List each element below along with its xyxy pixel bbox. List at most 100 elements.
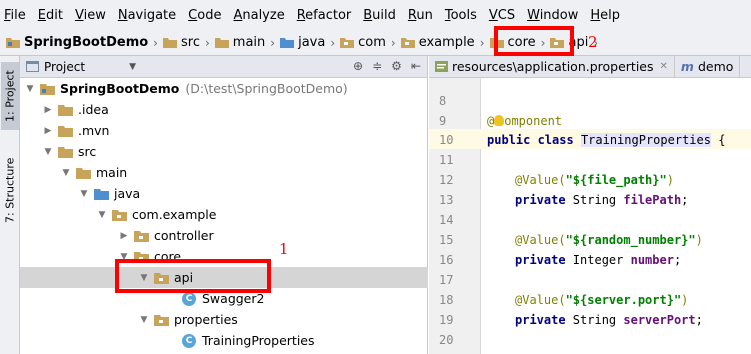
code-editor[interactable]: @ omponent public class TrainingPropertie… [481,78,751,354]
sync-icon[interactable]: ⊕ [353,59,363,73]
tab-label: resources\application.properties [452,59,654,74]
tree-item-src[interactable]: ▼ src [20,141,428,162]
folder-icon [58,104,73,116]
tree-item-label: Swagger2 [202,291,265,306]
menu-edit[interactable]: Edit [38,8,63,23]
class-icon: C [182,291,196,306]
line-number: 16 [439,253,454,267]
maven-module-icon: m [680,59,694,74]
project-panel-header: Project ▼ ⊕ ≑ ⚙ ⇤ [20,56,427,78]
hide-icon[interactable]: ⇤ [411,59,421,73]
line-number: 10 [439,133,454,147]
line-number: 18 [439,293,454,307]
tree-item-label: main [96,165,128,180]
tree-item-project-root[interactable]: ▼ SpringBootDemo (D:\test\SpringBootDemo… [20,78,428,99]
source-folder-icon [280,38,295,48]
menu-run[interactable]: Run [408,8,433,23]
tree-item-main[interactable]: ▼ main [20,162,428,183]
menu-view[interactable]: View [75,8,106,23]
tree-item-label: properties [174,312,238,327]
project-path: (D:\test\SpringBootDemo) [185,81,348,96]
tab-application-properties[interactable]: resources\application.properties ✕ [429,56,675,77]
line-number: 19 [439,313,454,327]
expanded-arrow-icon[interactable]: ▼ [42,147,54,157]
dropdown-arrow-icon[interactable]: ▼ [129,62,136,72]
collapse-icon[interactable]: ≑ [372,59,382,73]
tree-item-label: controller [154,228,214,243]
close-icon[interactable]: ✕ [660,61,668,72]
breadcrumb-item-main[interactable]: main › [214,35,280,50]
code-line-component-annotation: @ omponent [487,114,563,128]
expanded-arrow-icon[interactable]: ▼ [78,189,90,199]
folder-icon [162,38,177,48]
tree-item-com-example[interactable]: ▼ com.example [20,204,428,225]
breadcrumb-item-com[interactable]: com › [340,35,401,50]
breadcrumb-label: example [418,35,475,50]
tool-window-strip: 1: Project 7: Structure [0,56,20,354]
tree-item-java[interactable]: ▼ java [20,183,428,204]
chevron-right-icon: › [330,35,336,50]
collapsed-arrow-icon[interactable]: ▶ [42,105,54,115]
menu-vcs[interactable]: VCS [489,8,515,23]
structure-tool-tab[interactable]: 7: Structure [1,148,19,232]
tree-item-idea[interactable]: ▶ .idea [20,99,428,120]
project-tool-tab[interactable]: 1: Project [1,62,19,130]
chevron-right-icon: › [153,35,158,50]
line-number: 17 [439,273,454,287]
project-folder-icon [6,38,20,48]
project-view-title[interactable]: Project [44,60,85,74]
chevron-right-icon: › [204,35,210,50]
folder-icon [76,167,91,179]
chevron-right-icon: › [479,35,485,50]
menu-refactor[interactable]: Refactor [297,8,352,23]
lightbulb-icon[interactable] [494,115,505,126]
package-icon [400,38,415,48]
highlight-box-tree-api [115,259,271,293]
menu-build[interactable]: Build [363,8,396,23]
panel-header-actions: ⊕ ≑ ⚙ ⇤ [353,59,421,73]
editor-tabs: resources\application.properties ✕ m dem… [429,56,751,78]
line-number: 20 [439,333,454,347]
source-folder-icon [94,188,109,200]
expanded-arrow-icon[interactable]: ▼ [24,84,36,94]
menu-file[interactable]: File [4,8,26,23]
line-number: 13 [439,193,454,207]
breadcrumb-item-src[interactable]: src › [162,35,215,50]
line-number: 15 [439,233,454,247]
tree-item-label: com.example [132,207,217,222]
folder-icon [58,125,73,137]
code-line-class-declaration: public class TrainingProperties { [487,133,726,147]
breadcrumb-item-example[interactable]: example › [400,35,490,50]
chevron-right-icon: › [390,35,396,50]
collapsed-arrow-icon[interactable]: ▶ [118,231,130,241]
tree-item-properties[interactable]: ▼ properties [20,309,428,330]
line-number-gutter: 8 9 10 11 12 13 14 15 16 17 18 19 20 [429,78,481,354]
gear-icon[interactable]: ⚙ [391,59,402,73]
breadcrumb-item-java[interactable]: java › [280,35,340,50]
menu-window[interactable]: Window [527,8,578,23]
folder-icon [214,38,229,48]
menu-bar: File Edit View Navigate Code Analyze Ref… [0,0,751,30]
tree-item-mvn[interactable]: ▶ .mvn [20,120,428,141]
properties-file-icon [435,61,448,72]
menu-code[interactable]: Code [188,8,221,23]
expanded-arrow-icon[interactable]: ▼ [60,168,72,178]
tab-demo[interactable]: m demo [674,56,741,77]
tree-item-label: SpringBootDemo [60,81,180,96]
package-icon [134,230,149,242]
tree-item-label: TrainingProperties [202,333,315,348]
tree-item-label: .mvn [78,123,110,138]
tree-item-training-properties[interactable]: C TrainingProperties [20,330,428,351]
tree-item-controller[interactable]: ▶ controller [20,225,428,246]
breadcrumb-item-project[interactable]: SpringBootDemo › [6,35,163,50]
menu-help[interactable]: Help [590,8,620,23]
menu-analyze[interactable]: Analyze [233,8,284,23]
code-line-annotation: @Value("${server.port}") [515,293,689,307]
collapsed-arrow-icon[interactable]: ▶ [42,126,54,136]
menu-navigate[interactable]: Navigate [118,8,176,23]
package-icon [154,314,169,326]
expanded-arrow-icon[interactable]: ▼ [138,315,150,325]
menu-tools[interactable]: Tools [445,8,477,23]
code-line-annotation: @Value("${file_path}") [515,173,674,187]
expanded-arrow-icon[interactable]: ▼ [96,210,108,220]
